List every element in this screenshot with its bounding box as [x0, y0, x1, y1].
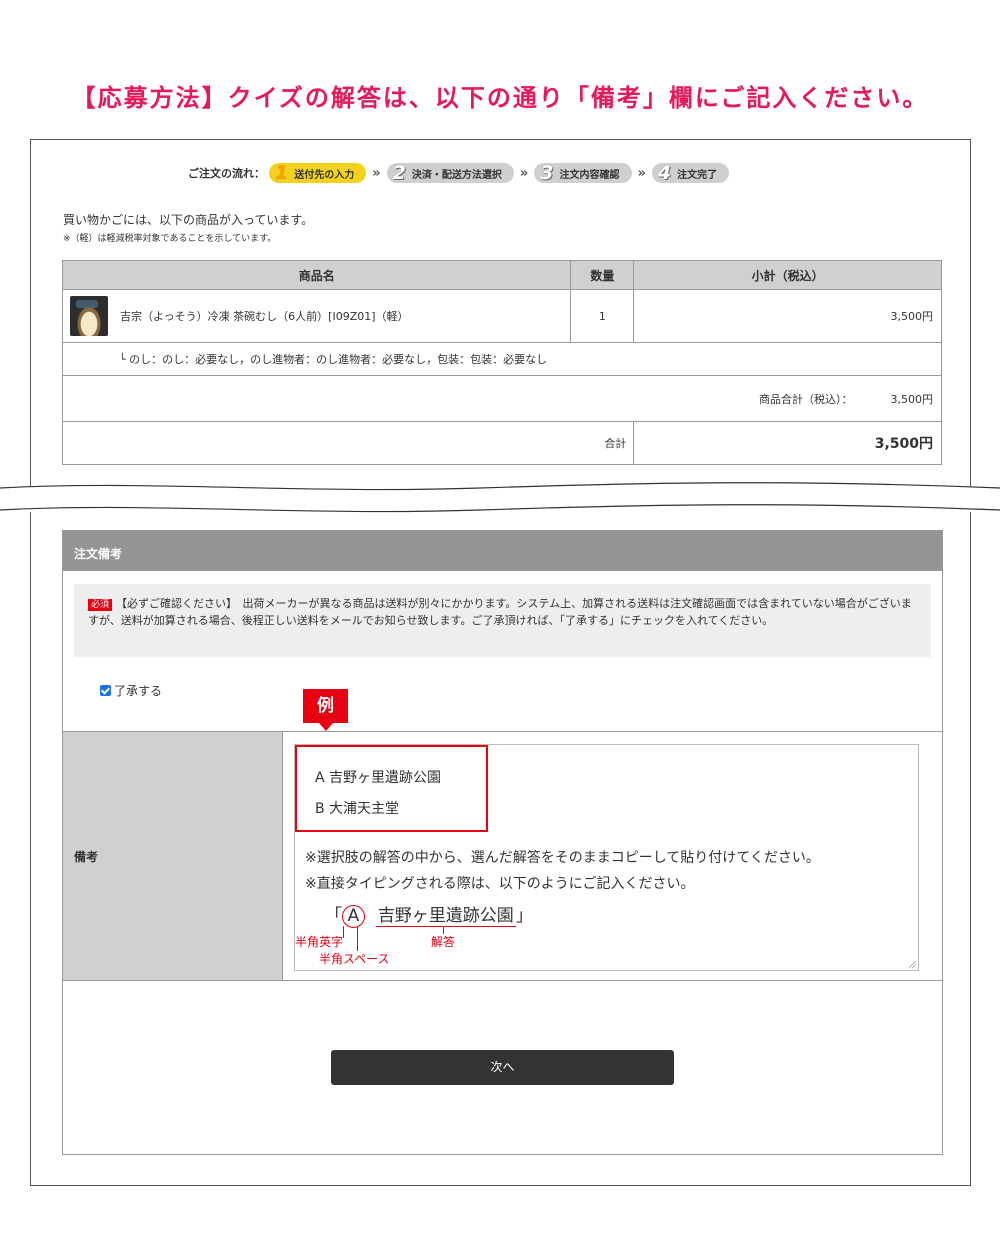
remarks-label: 備考: [63, 732, 283, 980]
tax-note: ※（軽）は軽減税率対象であることを示しています。: [63, 234, 277, 244]
chevron-right-icon: »: [372, 165, 381, 181]
shipping-notice: 必須 【必ずご確認ください】 出荷メーカーが異なる商品は送料が別々にかかります。シ…: [74, 584, 931, 657]
order-flow: ご注文の流れ： 1 送付先の入力 » 2 決済・配送方法選択 » 3 注文内容確…: [188, 162, 730, 184]
col-subtotal: 小計（税込）: [633, 260, 942, 290]
bracket-open: 「: [325, 906, 342, 926]
remarks-row: 備考 A 吉野ヶ里遺跡公園 B 大浦天主堂 ※選択肢の解答の中から、選んだ解答を…: [63, 731, 942, 981]
next-button[interactable]: 次へ: [331, 1050, 674, 1085]
goods-total-label: 商品合計（税込）：: [759, 392, 853, 406]
cart-table: 商品名 数量 小計（税込） 吉宗（よっそう）冷凍 茶碗むし（6人前）[I09Z0…: [61, 260, 942, 465]
goods-total-value: 3,500円: [890, 392, 934, 406]
annotation-line: [343, 926, 344, 938]
example-answer-box: A 吉野ヶ里遺跡公園 B 大浦天主堂: [295, 745, 488, 832]
annotation-line: [357, 927, 358, 951]
remarks-panel: 注文備考 必須 【必ずご確認ください】 出荷メーカーが異なる商品は送料が別々にかか…: [62, 530, 943, 1155]
total-row: 合計 3,500円: [61, 421, 942, 465]
step-2: 2 決済・配送方法選択: [386, 162, 514, 184]
example-line-a: A 吉野ヶ里遺跡公園: [315, 770, 442, 786]
chevron-right-icon: »: [519, 165, 529, 181]
notice-text: 【必ずご確認ください】 出荷メーカーが異なる商品は送料が別々にかかります。システ…: [88, 597, 912, 627]
product-price: 3,500円: [633, 289, 942, 343]
step-1: 1 送付先の入力: [269, 162, 367, 184]
product-options: └ のし：のし：必要なし，のし進物者：のし進物者：必要なし，包装：包装：必要なし: [62, 342, 942, 376]
table-row: 吉宗（よっそう）冷凍 茶碗むし（6人前）[I09Z01]（軽） 1 3,500円: [61, 289, 942, 343]
annotation-letter: 半角英字: [295, 935, 344, 949]
flow-label: ご注文の流れ：: [188, 167, 265, 180]
wave-divider: [0, 482, 1000, 513]
step-label: 注文完了: [677, 169, 718, 181]
resize-handle-icon[interactable]: [909, 961, 916, 968]
product-thumbnail[interactable]: [70, 296, 108, 336]
goods-total-row: 商品合計（税込）： 3,500円: [62, 375, 942, 422]
step-4: 4 注文完了: [651, 162, 730, 184]
annotation-space: 半角スペース: [319, 952, 390, 966]
checkbox-checked-icon[interactable]: [100, 685, 111, 696]
product-qty: 1: [570, 289, 635, 343]
sample-letter: A: [342, 905, 365, 928]
step-label: 決済・配送方法選択: [411, 169, 502, 181]
agree-checkbox[interactable]: 了承する: [100, 682, 162, 699]
annotation-answer: 解答: [431, 935, 456, 949]
page-heading: 【応募方法】クイズの解答は、以下の通り「備考」欄にご記入ください。: [71, 84, 929, 112]
agree-label: 了承する: [114, 684, 163, 698]
product-cell: 吉宗（よっそう）冷凍 茶碗むし（6人前）[I09Z01]（軽）: [61, 289, 572, 343]
guide-line: ※選択肢の解答の中から、選んだ解答をそのままコピーして貼り付けてください。: [305, 850, 820, 866]
step-number: 2: [392, 162, 406, 184]
step-label: 注文内容確認: [559, 169, 620, 181]
step-3: 3 注文内容確認: [534, 162, 632, 184]
input-guide: ※選択肢の解答の中から、選んだ解答をそのままコピーして貼り付けてください。 ※直…: [305, 845, 820, 897]
step-number: 3: [540, 162, 554, 184]
cart-header-row: 商品名 数量 小計（税込）: [61, 260, 942, 290]
example-line-b: B 大浦天主堂: [315, 801, 400, 817]
example-tag: 例: [303, 689, 348, 731]
sample-answer: 吉野ヶ里遺跡公園: [375, 906, 516, 927]
cart-intro: 買い物かごには、以下の商品が入っています。: [63, 213, 314, 227]
options-row: └ のし：のし：必要なし，のし進物者：のし進物者：必要なし，包装：包装：必要なし: [62, 342, 942, 376]
total-value: 3,500円: [633, 421, 942, 465]
bracket-close: 」: [515, 906, 533, 926]
chevron-right-icon: »: [637, 165, 646, 181]
guide-line: ※直接タイピングされる際は、以下のようにご記入ください。: [305, 876, 695, 892]
step-label: 送付先の入力: [294, 169, 355, 181]
total-label: 合計: [61, 421, 635, 465]
sample-format: 「A 吉野ヶ里遺跡公園」: [325, 901, 533, 928]
step-number: 4: [657, 162, 672, 184]
col-product: 商品名: [61, 260, 572, 290]
col-qty: 数量: [570, 260, 635, 290]
panel-title: 注文備考: [63, 531, 942, 571]
required-badge: 必須: [88, 599, 113, 611]
step-number: 1: [275, 162, 289, 184]
remarks-textarea[interactable]: A 吉野ヶ里遺跡公園 B 大浦天主堂 ※選択肢の解答の中から、選んだ解答をそのま…: [294, 744, 919, 971]
product-name[interactable]: 吉宗（よっそう）冷凍 茶碗むし（6人前）[I09Z01]（軽）: [120, 308, 409, 324]
